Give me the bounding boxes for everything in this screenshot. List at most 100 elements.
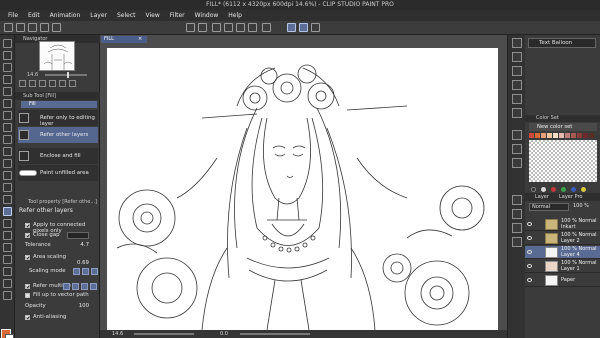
scaling-mode-button-1[interactable] <box>73 268 80 275</box>
visibility-eye-icon[interactable] <box>527 264 532 268</box>
eyedropper-icon[interactable] <box>3 111 12 120</box>
layer-opacity[interactable]: 100 % <box>573 203 589 209</box>
color-swatch[interactable] <box>577 133 582 138</box>
fill-vector-checkbox[interactable] <box>25 293 30 298</box>
color-dot[interactable] <box>551 187 556 192</box>
color-set-name[interactable]: New color set <box>529 123 597 131</box>
layer-row[interactable]: 100 % Normal Layer 2 <box>525 232 600 245</box>
auto-select-icon[interactable] <box>3 99 12 108</box>
airbrush-tool-icon[interactable] <box>3 159 12 168</box>
empty-swatch-area[interactable] <box>529 140 597 182</box>
balloon-tool-icon[interactable] <box>3 279 12 288</box>
layer-property-tab[interactable]: Layer Pro <box>559 193 582 201</box>
zoom-out-icon[interactable] <box>19 80 26 87</box>
color-dot[interactable] <box>561 187 566 192</box>
color-swatch[interactable] <box>583 133 588 138</box>
intermediate-color-icon[interactable] <box>512 80 522 90</box>
layer-row[interactable]: 100 % Normal Layer 1 <box>525 260 600 273</box>
snap-special-ruler-icon[interactable] <box>299 23 308 32</box>
animation-cels-icon[interactable] <box>512 158 522 168</box>
menu-window[interactable]: Window <box>195 12 219 19</box>
color-history-icon[interactable] <box>512 108 522 118</box>
color-slider-icon[interactable] <box>512 66 522 76</box>
blend-mode-select[interactable]: Normal <box>529 203 569 211</box>
menu-view[interactable]: View <box>146 12 160 19</box>
auto-action-icon[interactable] <box>512 223 522 233</box>
close-tab-icon[interactable]: × <box>138 36 142 43</box>
layer-row[interactable]: Paper <box>525 274 600 287</box>
sub-color-swatch[interactable] <box>5 334 14 338</box>
subtool-paint-unfilled[interactable]: Paint unfilled area <box>18 165 98 181</box>
layer-tab[interactable]: Layer <box>535 193 549 201</box>
menu-layer[interactable]: Layer <box>90 12 107 19</box>
area-scaling-checkbox[interactable] <box>25 255 30 260</box>
scaling-mode-button-3[interactable] <box>91 268 98 275</box>
zoom-tool-icon[interactable] <box>3 39 12 48</box>
correct-line-icon[interactable] <box>3 291 12 300</box>
status-zoom[interactable]: 14.6 <box>112 330 123 338</box>
clear-icon[interactable] <box>212 23 221 32</box>
rotation-slider[interactable] <box>240 333 310 335</box>
area-scaling-row[interactable]: Area scaling 0.69 <box>19 254 99 266</box>
ruler-tool-icon[interactable] <box>3 255 12 264</box>
color-swatch[interactable] <box>589 133 594 138</box>
open-file-icon[interactable] <box>28 23 37 32</box>
sub-tool-tab[interactable]: Sub Tool [Fill] <box>15 92 100 100</box>
save-icon[interactable] <box>40 23 49 32</box>
subtool-enclose-fill[interactable]: Enclose and fill <box>18 148 98 164</box>
figure-tool-icon[interactable] <box>3 231 12 240</box>
menu-file[interactable]: File <box>8 12 18 19</box>
clip-studio-icon[interactable] <box>4 23 13 32</box>
visibility-eye-icon[interactable] <box>527 236 532 240</box>
undo-icon[interactable] <box>186 23 195 32</box>
flip-icon[interactable] <box>69 80 76 87</box>
selection-tool-icon[interactable] <box>3 87 12 96</box>
export-icon[interactable] <box>52 23 61 32</box>
pen-tool-icon[interactable] <box>3 123 12 132</box>
opacity-value[interactable]: 100 <box>79 303 89 309</box>
approx-color-icon[interactable] <box>512 94 522 104</box>
snap-ruler-icon[interactable] <box>287 23 296 32</box>
refer-multiple-button-4[interactable] <box>90 283 97 290</box>
color-swatch[interactable] <box>541 133 546 138</box>
anti-aliasing-checkbox[interactable] <box>25 315 30 320</box>
deselect-icon[interactable] <box>236 23 245 32</box>
close-gap-row[interactable]: Close gap <box>19 232 99 241</box>
balloon-tool-selector[interactable]: Text Balloon <box>528 38 596 48</box>
menu-filter[interactable]: Filter <box>170 12 185 19</box>
rotate-right-icon[interactable] <box>59 80 66 87</box>
color-swatch[interactable] <box>553 133 558 138</box>
menu-edit[interactable]: Edit <box>28 12 40 19</box>
fit-icon[interactable] <box>39 80 46 87</box>
refer-multiple-button-2[interactable] <box>72 283 79 290</box>
color-swatch[interactable] <box>559 133 564 138</box>
color-dot[interactable] <box>531 187 536 192</box>
snap-grid-icon[interactable] <box>311 23 320 32</box>
navigator-zoom-knob[interactable] <box>67 72 69 78</box>
rotate-left-icon[interactable] <box>49 80 56 87</box>
color-dot[interactable] <box>541 187 546 192</box>
visibility-eye-icon[interactable] <box>527 222 532 226</box>
transform-icon[interactable] <box>224 23 233 32</box>
eraser-tool-icon[interactable] <box>3 183 12 192</box>
color-swatch[interactable] <box>571 133 576 138</box>
subtool-refer-other[interactable]: Refer other layers <box>18 127 98 143</box>
pencil-tool-icon[interactable] <box>3 135 12 144</box>
fill-vector-row[interactable]: Fill up to vector path <box>19 292 99 301</box>
document-tab[interactable]: FILL × <box>101 36 147 43</box>
color-set-tab[interactable]: Color Set <box>525 115 600 122</box>
refer-multiple-checkbox[interactable] <box>25 284 30 289</box>
layer-row-selected[interactable]: 100 % Normal Layer 4 <box>525 246 600 259</box>
area-scaling-value[interactable]: 0.69 <box>77 260 89 266</box>
navigator-thumbnail[interactable] <box>39 41 75 71</box>
visibility-eye-icon[interactable] <box>527 250 532 254</box>
show-selection-icon[interactable] <box>262 23 271 32</box>
frame-tool-icon[interactable] <box>3 243 12 252</box>
refer-multiple-button-1[interactable] <box>63 283 70 290</box>
layer-row[interactable]: 100 % Normal Inkart <box>525 218 600 231</box>
tolerance-row[interactable]: Tolerance 4.7 <box>19 242 99 251</box>
tolerance-value[interactable]: 4.7 <box>80 242 89 248</box>
material-palette-icon[interactable] <box>512 38 522 48</box>
menu-help[interactable]: Help <box>228 12 242 19</box>
menu-animation[interactable]: Animation <box>50 12 81 19</box>
